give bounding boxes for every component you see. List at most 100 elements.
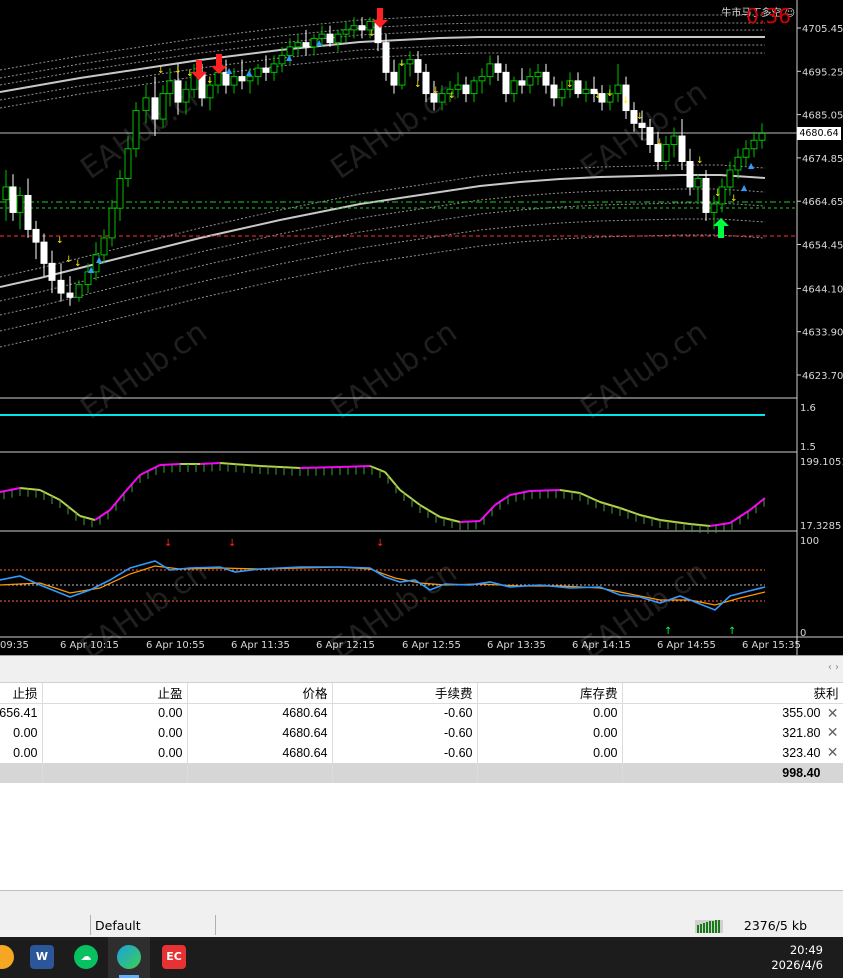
edge-icon[interactable] [117,945,141,969]
bear-candle [9,186,17,213]
profit-value: 321.80 [782,726,821,740]
indicator2-line [199,462,221,465]
signal-arrow-small: ↓ [56,236,64,246]
signal-triangle: ▲ [286,53,293,62]
profit-value: 323.40 [782,746,821,760]
bear-candle [57,279,65,294]
buy-signal-icon: ↑ [728,626,736,637]
signal-triangle: ▲ [246,68,253,77]
cell-price: 4680.64 [187,703,333,723]
close-position-icon[interactable]: ✕ [827,706,839,720]
bull-candle [470,80,478,95]
watermark-text: EAHub.cn [575,315,714,427]
column-header-commission[interactable]: 手续费 [332,683,478,704]
bear-candle [302,42,310,48]
close-position-icon[interactable]: ✕ [827,745,839,759]
signal-arrow-small: ↓ [594,91,602,101]
close-position-icon[interactable]: ✕ [827,725,839,739]
watermark-text: EAHub.cn [75,315,214,427]
bull-candle [294,42,302,48]
time-label: 6 Apr 15:35 [742,640,801,651]
indicator-scale-label: 1.6 [800,403,816,414]
column-header-tp[interactable]: 止盈 [42,683,188,704]
indicator2-line [59,499,81,517]
wechat-icon[interactable]: ☁ [74,945,98,969]
bear-candle [502,71,510,95]
signal-triangle: ▲ [88,265,95,274]
clock-date: 2026/4/6 [771,958,823,972]
terminal-header: ‹ › [0,656,843,683]
bull-candle [694,177,702,188]
bear-candle [262,67,270,73]
profile-name[interactable]: Default [95,918,141,933]
total-profit: 998.40 [622,763,843,783]
indicator2-line [19,487,41,491]
chart-area[interactable]: 4705.45 4695.25 4685.05 4674.85 4664.65 4654.… [0,0,843,655]
bull-candle [734,156,742,171]
system-clock[interactable]: 20:49 2026/4/6 [771,943,823,973]
indicator2-line [559,489,581,494]
word-icon[interactable]: W [30,945,54,969]
signal-arrow-small: ↓ [74,259,82,269]
chrome-icon[interactable] [0,945,14,969]
indicator-scale-label: 1.5 [800,442,816,453]
signal-triangle: ▲ [748,161,755,170]
bull-candle [670,135,678,146]
price-label: 4623.70 [802,371,843,382]
current-price-tag: 4680.64 [797,127,841,140]
bull-candle [406,59,414,65]
cell-price: 4680.64 [187,723,333,743]
column-header-swap[interactable]: 库存费 [477,683,623,704]
table-row[interactable]: 4656.41 0.00 4680.64 -0.60 0.00 355.00 ✕ [0,703,843,723]
table-row[interactable]: 0.00 0.00 4680.64 -0.60 0.00 323.40 ✕ [0,743,843,763]
signal-arrow-small: ↓ [566,80,574,90]
price-label: 4664.65 [802,197,843,208]
bear-candle [326,33,334,44]
traffic-status: 2376/5 kb [743,918,807,933]
column-header-profit[interactable]: 获利 [622,683,843,704]
price-label: 4705.45 [802,24,843,35]
bear-candle [574,80,582,95]
table-row[interactable]: 0.00 0.00 4680.64 -0.60 0.00 321.80 ✕ [0,723,843,743]
bear-candle [414,59,422,73]
bear-candle [151,97,159,120]
bear-candle [390,71,398,86]
bear-candle [422,71,430,95]
indicator-scale-label: 17.3285 [800,521,841,532]
column-header-sl[interactable]: 止损 [0,683,43,704]
cell-price: 4680.64 [187,743,333,763]
cell-swap: 0.00 [477,743,623,763]
bull-candle [75,284,83,298]
cell-commission: -0.60 [332,703,478,723]
signal-arrow-small: ↓ [65,255,73,265]
bull-candle [478,76,486,82]
indicator-scale-label: 100 [800,536,819,547]
cell-commission: -0.60 [332,723,478,743]
indicator2-line [749,497,766,511]
time-label: 6 Apr 13:35 [487,640,546,651]
bull-candle [710,203,718,213]
signal-arrow-small: ↓ [432,86,440,96]
indicator2-line [259,465,301,469]
ec-app-icon[interactable]: EC [162,945,186,969]
bear-candle [494,63,502,73]
cell-tp: 0.00 [42,723,188,743]
bull-candle [182,88,190,103]
profit-value: 355.00 [782,706,821,721]
indicator2-line [0,487,21,493]
indicator2-line [439,516,461,523]
time-label: 09:35 [0,640,29,651]
signal-arrow-small: ↓ [714,189,722,199]
column-header-price[interactable]: 价格 [187,683,333,704]
cell-tp: 0.00 [42,743,188,763]
indicator2-line [299,466,341,469]
indicator2-line [659,519,691,525]
indicator2-line [509,490,531,496]
bull-candle [758,132,766,141]
bear-candle [24,194,32,230]
scroll-arrows-icon[interactable]: ‹ › [828,662,839,673]
bull-candle [206,84,214,99]
bear-candle [462,84,470,95]
price-chart[interactable]: 4705.45 4695.25 4685.05 4674.85 4664.65 4654.… [0,0,843,655]
bull-candle [108,207,116,239]
